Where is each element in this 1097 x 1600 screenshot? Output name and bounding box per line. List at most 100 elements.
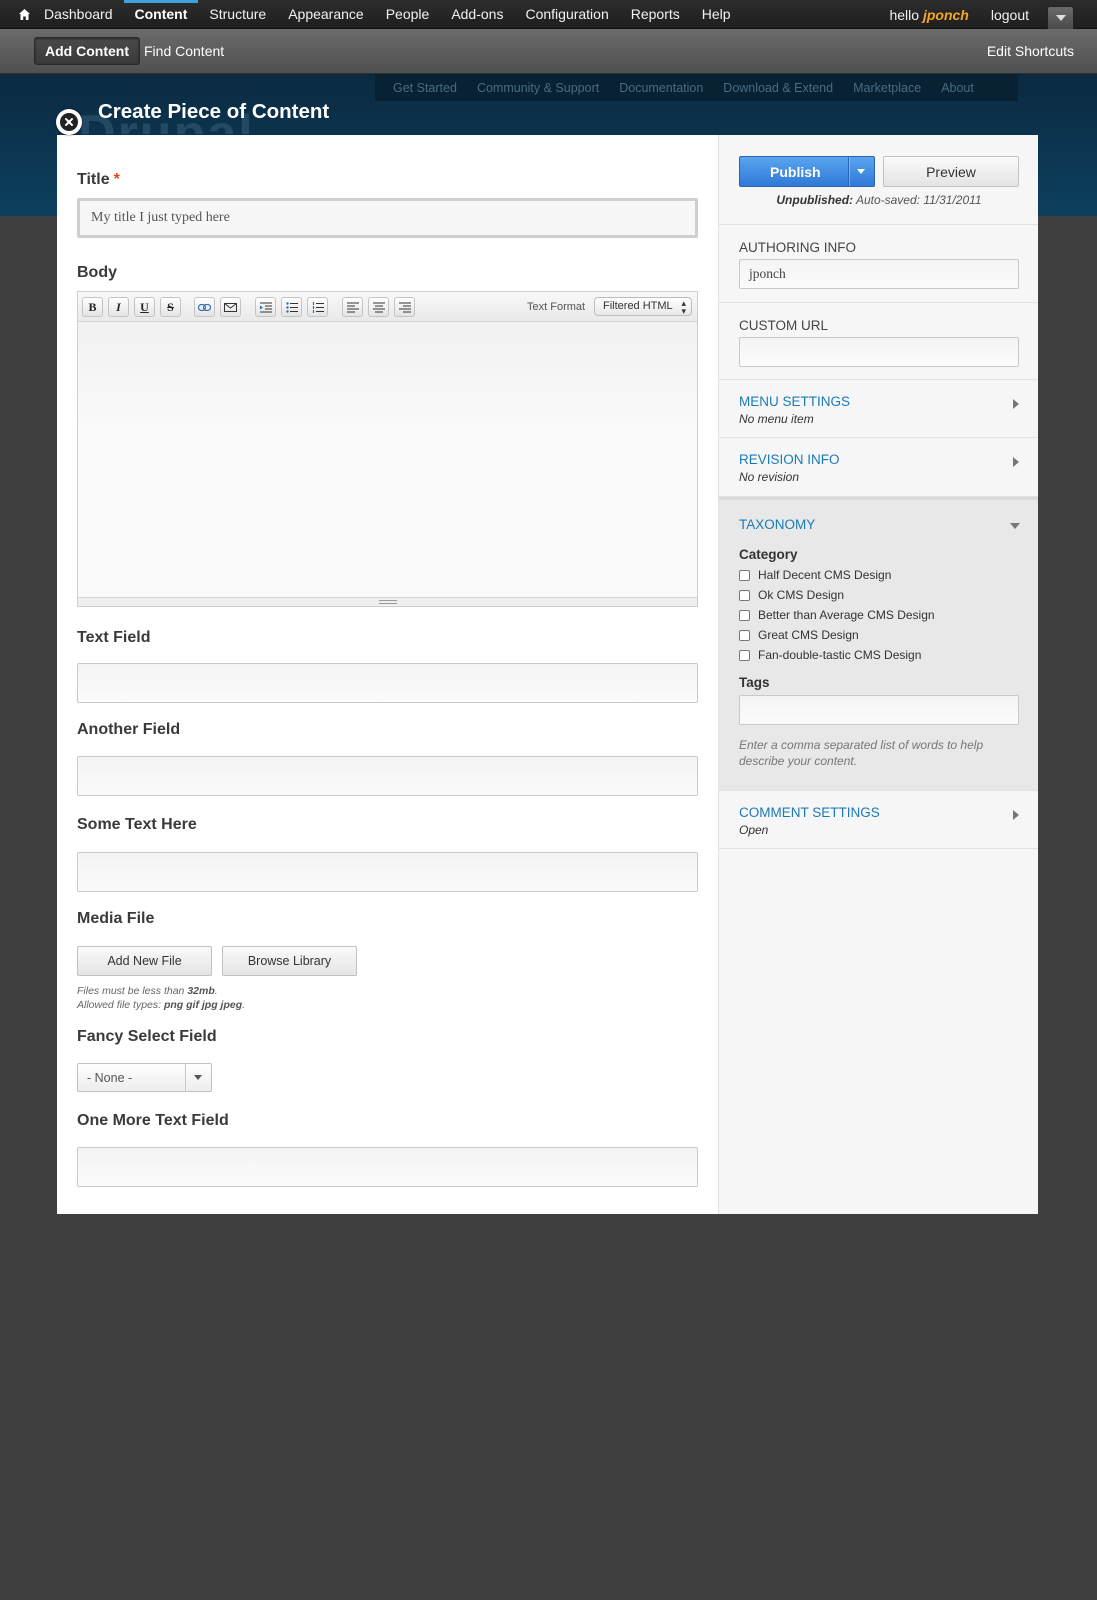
menu-item-help[interactable]: Help	[691, 0, 742, 29]
another-field-input[interactable]	[77, 756, 698, 796]
body-editor: B I U S Text Format Filtered HTML ▴ ▾	[77, 291, 698, 607]
title-input[interactable]: My title I just typed here	[77, 198, 698, 238]
home-icon[interactable]	[15, 5, 33, 23]
site-nav-community[interactable]: Community & Support	[477, 81, 599, 95]
menu-item-add-ons[interactable]: Add-ons	[440, 0, 514, 29]
media-types-note-end: .	[242, 999, 246, 1011]
edit-shortcuts-link[interactable]: Edit Shortcuts	[987, 29, 1074, 74]
menu-item-reports[interactable]: Reports	[620, 0, 691, 29]
checkbox[interactable]	[739, 569, 750, 581]
site-nav-documentation[interactable]: Documentation	[619, 81, 703, 95]
fancy-select[interactable]: - None -	[77, 1063, 212, 1092]
menu-item-appearance[interactable]: Appearance	[277, 0, 375, 29]
site-nav: Get Started Community & Support Document…	[375, 74, 1018, 101]
align-left-icon[interactable]	[342, 297, 363, 317]
checkbox[interactable]	[739, 649, 750, 661]
some-text-label: Some Text Here	[77, 816, 197, 833]
chevron-down-icon	[1055, 15, 1066, 21]
grip-icon	[378, 600, 397, 604]
numbered-list-icon[interactable]	[307, 297, 328, 317]
publish-section: Publish Preview Unpublished: Auto-saved:…	[719, 135, 1038, 225]
chevron-down-icon[interactable]	[1010, 523, 1020, 529]
toolbar-user-area: hello jponch logout	[889, 0, 1097, 29]
bullet-list-icon[interactable]	[281, 297, 302, 317]
some-text-input[interactable]	[77, 852, 698, 892]
tags-input[interactable]	[739, 695, 1019, 725]
menu-settings-summary: No menu item	[739, 412, 814, 426]
indent-icon[interactable]	[255, 297, 276, 317]
preview-button[interactable]: Preview	[883, 156, 1019, 187]
align-center-icon[interactable]	[368, 297, 389, 317]
site-nav-about[interactable]: About	[941, 81, 974, 95]
browse-library-button[interactable]: Browse Library	[222, 946, 357, 976]
authoring-title: AUTHORING INFO	[739, 240, 856, 255]
chevron-down-icon	[194, 1075, 202, 1080]
greeting-text: hello	[889, 6, 920, 23]
revision-section[interactable]: REVISION INFO No revision	[719, 438, 1038, 497]
checkbox[interactable]	[739, 589, 750, 601]
text-field-input[interactable]	[77, 663, 698, 703]
shortcut-find-content[interactable]: Find Content	[144, 29, 224, 74]
bold-icon[interactable]: B	[82, 297, 103, 317]
category-option[interactable]: Great CMS Design	[739, 628, 859, 642]
site-nav-marketplace[interactable]: Marketplace	[853, 81, 921, 95]
revision-info-link[interactable]: REVISION INFO	[739, 452, 840, 467]
checkbox[interactable]	[739, 629, 750, 641]
another-field-label: Another Field	[77, 721, 181, 738]
email-icon[interactable]	[220, 297, 241, 317]
media-types-note-text: Allowed file types:	[77, 999, 162, 1011]
menu-item-structure[interactable]: Structure	[198, 0, 277, 29]
one-more-input[interactable]	[77, 1147, 698, 1187]
publish-button[interactable]: Publish	[739, 156, 875, 187]
comment-settings-section[interactable]: COMMENT SETTINGS Open	[719, 791, 1038, 849]
align-right-icon[interactable]	[394, 297, 415, 317]
publish-label: Publish	[770, 164, 821, 180]
italic-icon[interactable]: I	[108, 297, 129, 317]
category-option-label: Ok CMS Design	[758, 588, 845, 602]
site-nav-download[interactable]: Download & Extend	[723, 81, 833, 95]
shortcuts-toggle-button[interactable]	[1047, 6, 1074, 29]
add-new-file-button[interactable]: Add New File	[77, 946, 212, 976]
checkbox[interactable]	[739, 609, 750, 621]
comment-settings-link[interactable]: COMMENT SETTINGS	[739, 805, 880, 820]
authoring-input[interactable]: jponch	[739, 259, 1019, 289]
menu-settings-section[interactable]: MENU SETTINGS No menu item	[719, 380, 1038, 438]
shortcut-add-content[interactable]: Add Content	[34, 37, 140, 65]
menu-item-content[interactable]: Content	[123, 0, 199, 29]
underline-icon[interactable]: U	[134, 297, 155, 317]
category-option[interactable]: Fan-double-tastic CMS Design	[739, 648, 921, 662]
menu-settings-link[interactable]: MENU SETTINGS	[739, 394, 850, 409]
media-types-list: png gif jpg jpeg	[163, 999, 243, 1011]
menu-item-configuration[interactable]: Configuration	[514, 0, 619, 29]
autosave-text: Auto-saved: 11/31/2011	[855, 193, 982, 207]
logout-link[interactable]: logout	[991, 7, 1029, 23]
category-option[interactable]: Ok CMS Design	[739, 588, 844, 602]
text-field-label: Text Field	[77, 629, 151, 646]
media-size-limit: 32mb	[187, 985, 215, 997]
title-label-text: Title	[77, 171, 110, 188]
category-option-label: Half Decent CMS Design	[758, 568, 892, 582]
strikethrough-icon[interactable]: S	[160, 297, 181, 317]
text-format-select[interactable]: Filtered HTML ▴ ▾	[594, 297, 692, 316]
taxonomy-link[interactable]: TAXONOMY	[739, 517, 815, 532]
menu-item-dashboard[interactable]: Dashboard	[33, 0, 124, 29]
site-nav-get-started[interactable]: Get Started	[393, 81, 457, 95]
body-textarea[interactable]	[78, 322, 697, 597]
taxonomy-section: TAXONOMY Category Half Decent CMS Design…	[719, 497, 1038, 791]
close-overlay-button[interactable]	[56, 109, 82, 135]
authoring-section: AUTHORING INFO jponch	[719, 225, 1038, 303]
content-form-panel: Title * My title I just typed here Body B…	[57, 135, 1038, 1214]
media-file-label: Media File	[77, 910, 155, 927]
category-option-label: Better than Average CMS Design	[758, 608, 935, 622]
custom-url-input[interactable]	[739, 337, 1019, 367]
resize-grip[interactable]	[78, 597, 697, 606]
menu-item-people[interactable]: People	[375, 0, 441, 29]
link-icon[interactable]	[194, 297, 215, 317]
username-link[interactable]: jponch	[923, 7, 969, 23]
chevron-down-icon[interactable]	[857, 169, 865, 174]
category-option-label: Fan-double-tastic CMS Design	[758, 648, 922, 662]
status-label: Unpublished:	[776, 193, 854, 207]
category-option[interactable]: Better than Average CMS Design	[739, 608, 935, 622]
category-option[interactable]: Half Decent CMS Design	[739, 568, 891, 582]
text-format-label: Text Format	[527, 301, 586, 313]
